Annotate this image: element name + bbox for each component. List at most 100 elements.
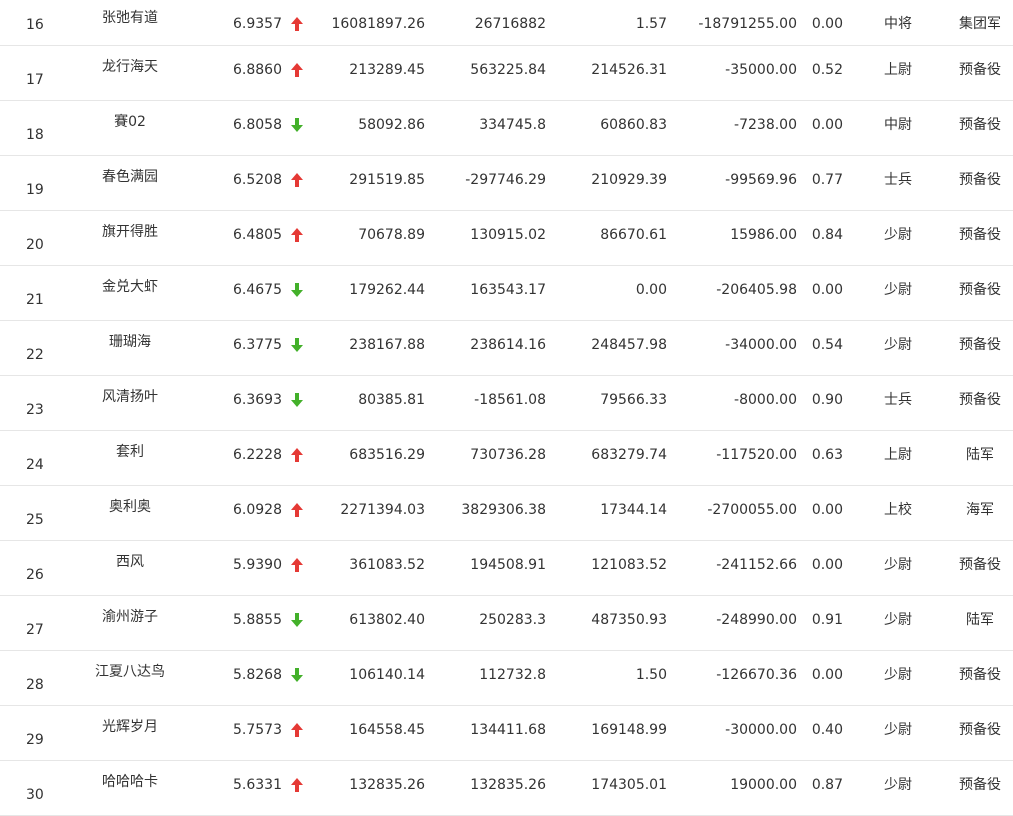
unit-cell: 预备役 bbox=[959, 722, 1001, 738]
military-rank-cell: 少尉 bbox=[884, 337, 912, 353]
value-4-cell: -206405.98 bbox=[716, 282, 797, 298]
table-row: 29 光辉岁月 5.7573 164558.45 134411.68 16914… bbox=[0, 706, 1013, 761]
value-3-cell: 17344.14 bbox=[600, 502, 667, 518]
rank-cell: 16 bbox=[26, 17, 44, 33]
player-name-cell[interactable]: 江夏八达鸟 bbox=[68, 663, 192, 681]
unit-cell: 预备役 bbox=[959, 227, 1001, 243]
value-3-cell: 86670.61 bbox=[600, 227, 667, 243]
value-3-cell: 210929.39 bbox=[591, 172, 667, 188]
unit-cell: 预备役 bbox=[959, 337, 1001, 353]
rank-cell: 20 bbox=[26, 237, 44, 253]
table-row: 25 奥利奥 6.0928 2271394.03 3829306.38 1734… bbox=[0, 486, 1013, 541]
rank-cell: 24 bbox=[26, 457, 44, 473]
value-3-cell: 1.57 bbox=[635, 16, 667, 32]
value-2-cell: 26716882 bbox=[474, 16, 546, 32]
value-2-cell: 730736.28 bbox=[470, 447, 546, 463]
military-rank-cell: 少尉 bbox=[884, 777, 912, 793]
arrow-up-icon bbox=[290, 61, 304, 79]
ratio-cell: 0.00 bbox=[811, 502, 843, 518]
value-1-cell: 70678.89 bbox=[358, 227, 425, 243]
arrow-up-icon bbox=[290, 171, 304, 189]
unit-cell: 陆军 bbox=[966, 612, 994, 628]
value-1-cell: 106140.14 bbox=[349, 667, 425, 683]
unit-cell: 海军 bbox=[966, 502, 994, 518]
military-rank-cell: 中将 bbox=[884, 16, 912, 32]
rank-cell: 27 bbox=[26, 622, 44, 638]
value-3-cell: 248457.98 bbox=[591, 337, 667, 353]
arrow-up-icon bbox=[290, 556, 304, 574]
military-rank-cell: 上尉 bbox=[884, 62, 912, 78]
value-4-cell: -18791255.00 bbox=[698, 16, 797, 32]
player-name-cell[interactable]: 张弛有道 bbox=[68, 9, 192, 27]
ratio-cell: 0.40 bbox=[811, 722, 843, 738]
table-row: 28 江夏八达鸟 5.8268 106140.14 112732.8 1.50 … bbox=[0, 651, 1013, 706]
rank-cell: 17 bbox=[26, 72, 44, 88]
player-name-cell[interactable]: 旗开得胜 bbox=[68, 223, 192, 241]
rank-cell: 22 bbox=[26, 347, 44, 363]
value-4-cell: -99569.96 bbox=[725, 172, 797, 188]
ratio-cell: 0.63 bbox=[811, 447, 843, 463]
table-row: 24 套利 6.2228 683516.29 730736.28 683279.… bbox=[0, 431, 1013, 486]
value-1-cell: 361083.52 bbox=[349, 557, 425, 573]
unit-cell: 预备役 bbox=[959, 282, 1001, 298]
value-1-cell: 58092.86 bbox=[358, 117, 425, 133]
value-1-cell: 613802.40 bbox=[349, 612, 425, 628]
value-3-cell: 79566.33 bbox=[600, 392, 667, 408]
ratio-cell: 0.00 bbox=[811, 282, 843, 298]
ratio-cell: 0.87 bbox=[811, 777, 843, 793]
table-row: 22 珊瑚海 6.3775 238167.88 238614.16 248457… bbox=[0, 321, 1013, 376]
rank-cell: 26 bbox=[26, 567, 44, 583]
score-cell: 6.8860 bbox=[233, 62, 282, 78]
military-rank-cell: 少尉 bbox=[884, 612, 912, 628]
rank-cell: 18 bbox=[26, 127, 44, 143]
player-name-cell[interactable]: 套利 bbox=[68, 443, 192, 461]
military-rank-cell: 上尉 bbox=[884, 447, 912, 463]
player-name-cell[interactable]: 风清扬叶 bbox=[68, 388, 192, 406]
score-cell: 6.9357 bbox=[233, 16, 282, 32]
player-name-cell[interactable]: 金兑大虾 bbox=[68, 278, 192, 296]
player-name-cell[interactable]: 光辉岁月 bbox=[68, 718, 192, 736]
score-cell: 5.8855 bbox=[233, 612, 282, 628]
ratio-cell: 0.77 bbox=[811, 172, 843, 188]
value-2-cell: 3829306.38 bbox=[461, 502, 546, 518]
player-name-cell[interactable]: 珊瑚海 bbox=[68, 333, 192, 351]
player-name-cell[interactable]: 龙行海天 bbox=[68, 58, 192, 76]
table-row: 16 张弛有道 6.9357 16081897.26 26716882 1.57… bbox=[0, 0, 1013, 46]
player-name-cell[interactable]: 奥利奥 bbox=[68, 498, 192, 516]
table-row: 26 西风 5.9390 361083.52 194508.91 121083.… bbox=[0, 541, 1013, 596]
score-cell: 6.8058 bbox=[233, 117, 282, 133]
value-2-cell: -297746.29 bbox=[465, 172, 546, 188]
value-3-cell: 214526.31 bbox=[591, 62, 667, 78]
unit-cell: 陆军 bbox=[966, 447, 994, 463]
value-1-cell: 16081897.26 bbox=[331, 16, 425, 32]
arrow-up-icon bbox=[290, 721, 304, 739]
player-name-cell[interactable]: 西风 bbox=[68, 553, 192, 571]
military-rank-cell: 士兵 bbox=[884, 172, 912, 188]
player-name-cell[interactable]: 哈哈哈卡 bbox=[68, 773, 192, 791]
arrow-down-icon bbox=[290, 391, 304, 409]
score-cell: 6.4805 bbox=[233, 227, 282, 243]
unit-cell: 预备役 bbox=[959, 117, 1001, 133]
score-cell: 5.7573 bbox=[233, 722, 282, 738]
arrow-up-icon bbox=[290, 776, 304, 794]
value-3-cell: 121083.52 bbox=[591, 557, 667, 573]
value-1-cell: 683516.29 bbox=[349, 447, 425, 463]
ratio-cell: 0.00 bbox=[811, 117, 843, 133]
player-name-cell[interactable]: 春色满园 bbox=[68, 168, 192, 186]
value-2-cell: 112732.8 bbox=[479, 667, 546, 683]
military-rank-cell: 少尉 bbox=[884, 227, 912, 243]
value-4-cell: -30000.00 bbox=[725, 722, 797, 738]
value-4-cell: -241152.66 bbox=[716, 557, 797, 573]
score-cell: 5.9390 bbox=[233, 557, 282, 573]
table-row: 18 賽02 6.8058 58092.86 334745.8 60860.83… bbox=[0, 101, 1013, 156]
ratio-cell: 0.91 bbox=[811, 612, 843, 628]
player-name-cell[interactable]: 賽02 bbox=[68, 113, 192, 131]
unit-cell: 预备役 bbox=[959, 392, 1001, 408]
value-4-cell: -8000.00 bbox=[734, 392, 797, 408]
value-1-cell: 132835.26 bbox=[349, 777, 425, 793]
player-name-cell[interactable]: 渝州游子 bbox=[68, 608, 192, 626]
value-2-cell: 238614.16 bbox=[470, 337, 546, 353]
score-cell: 6.2228 bbox=[233, 447, 282, 463]
value-2-cell: 163543.17 bbox=[470, 282, 546, 298]
rank-cell: 28 bbox=[26, 677, 44, 693]
